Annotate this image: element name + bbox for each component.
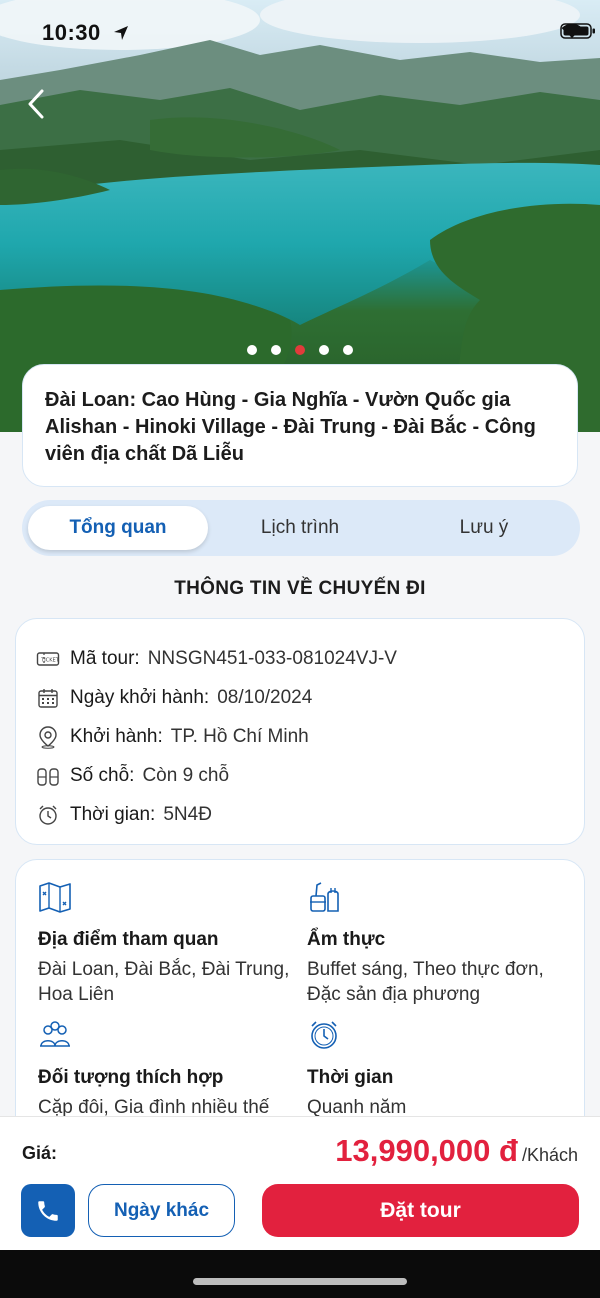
feature-sightseeing: Địa điểm tham quan Đài Loan, Đài Bắc, Đà… xyxy=(38,880,293,1007)
map-icon xyxy=(39,882,71,913)
info-label: Số chỗ: xyxy=(70,764,135,786)
info-value: Còn 9 chỗ xyxy=(142,764,230,786)
tab-notes[interactable]: Lưu ý xyxy=(392,506,576,550)
tour-title: Đài Loan: Cao Hùng - Gia Nghĩa - Vườn Qu… xyxy=(45,389,536,465)
food-icon xyxy=(310,882,339,912)
alarm-clock-icon xyxy=(36,803,60,827)
price-unit: /Khách xyxy=(521,1145,578,1165)
calendar-icon xyxy=(36,686,60,710)
feature-title: Ẩm thực xyxy=(307,929,386,950)
carousel-dot[interactable] xyxy=(271,345,281,355)
call-button[interactable] xyxy=(21,1184,75,1237)
status-bar: 10:30 xyxy=(0,0,600,70)
info-row-seats: Số chỗ: Còn 9 chỗ xyxy=(36,756,564,795)
carousel-dot[interactable] xyxy=(343,345,353,355)
feature-value: Buffet sáng, Theo thực đơn, Đặc sản địa … xyxy=(307,959,544,1005)
ticket-icon: TICKET xyxy=(36,647,60,671)
info-label: Thời gian: xyxy=(70,803,156,825)
feature-time: Thời gian Quanh năm xyxy=(307,1018,562,1120)
info-row-tour-code: TICKET Mã tour: NNSGN451-033-081024VJ-V xyxy=(36,639,564,678)
feature-title: Thời gian xyxy=(307,1067,394,1088)
info-row-departure-from: Khởi hành: TP. Hồ Chí Minh xyxy=(36,717,564,756)
carousel-dot-active[interactable] xyxy=(295,345,305,355)
seats-icon xyxy=(36,764,60,788)
price-amount: 13,990,000 đ xyxy=(335,1133,518,1168)
back-button[interactable] xyxy=(26,88,58,124)
home-indicator-area xyxy=(0,1250,600,1298)
carousel-dot[interactable] xyxy=(247,345,257,355)
status-time: 10:30 xyxy=(42,20,101,45)
info-value: 5N4Đ xyxy=(163,803,212,825)
carousel-dots xyxy=(0,345,600,355)
book-tour-button[interactable]: Đặt tour xyxy=(262,1184,579,1237)
info-value: TP. Hồ Chí Minh xyxy=(170,725,309,747)
chevron-left-icon xyxy=(28,89,44,119)
carousel-dot[interactable] xyxy=(319,345,329,355)
feature-title: Địa điểm tham quan xyxy=(38,929,219,950)
tour-title-card: Đài Loan: Cao Hùng - Gia Nghĩa - Vườn Qu… xyxy=(22,364,578,487)
info-label: Khởi hành: xyxy=(70,725,163,747)
info-row-departure-date: Ngày khởi hành: 08/10/2024 xyxy=(36,678,564,717)
price: 13,990,000 đ /Khách xyxy=(335,1133,578,1169)
battery-icon xyxy=(560,23,595,39)
info-value: 08/10/2024 xyxy=(217,686,313,708)
svg-text:TICKET: TICKET xyxy=(40,657,59,663)
feature-cuisine: Ẩm thực Buffet sáng, Theo thực đơn, Đặc … xyxy=(307,880,562,1007)
home-indicator[interactable] xyxy=(193,1278,407,1285)
info-row-duration: Thời gian: 5N4Đ xyxy=(36,795,564,834)
phone-icon xyxy=(38,1200,58,1221)
section-title: THÔNG TIN VỀ CHUYẾN ĐI xyxy=(174,578,426,599)
location-arrow-icon xyxy=(114,26,128,40)
info-value: NNSGN451-033-081024VJ-V xyxy=(147,647,397,669)
clock-icon xyxy=(311,1021,337,1049)
feature-title: Đối tượng thích hợp xyxy=(38,1067,224,1088)
booking-bar: Giá: 13,990,000 đ /Khách Ngày khác Đặt t… xyxy=(0,1116,600,1250)
people-icon xyxy=(40,1021,70,1047)
tab-itinerary[interactable]: Lịch trình xyxy=(208,506,392,550)
price-label: Giá: xyxy=(22,1143,58,1163)
info-label: Ngày khởi hành: xyxy=(70,686,210,708)
tab-bar: Tổng quan Lịch trình Lưu ý xyxy=(22,500,580,556)
feature-value: Đài Loan, Đài Bắc, Đài Trung, Hoa Liên xyxy=(38,959,290,1005)
tab-overview[interactable]: Tổng quan xyxy=(28,506,208,550)
trip-info-card: TICKET Mã tour: NNSGN451-033-081024VJ-V … xyxy=(15,618,585,845)
location-pin-icon xyxy=(36,725,60,749)
trip-features-card: Địa điểm tham quan Đài Loan, Đài Bắc, Đà… xyxy=(15,859,585,1159)
other-dates-button[interactable]: Ngày khác xyxy=(88,1184,235,1237)
info-label: Mã tour: xyxy=(70,647,140,669)
